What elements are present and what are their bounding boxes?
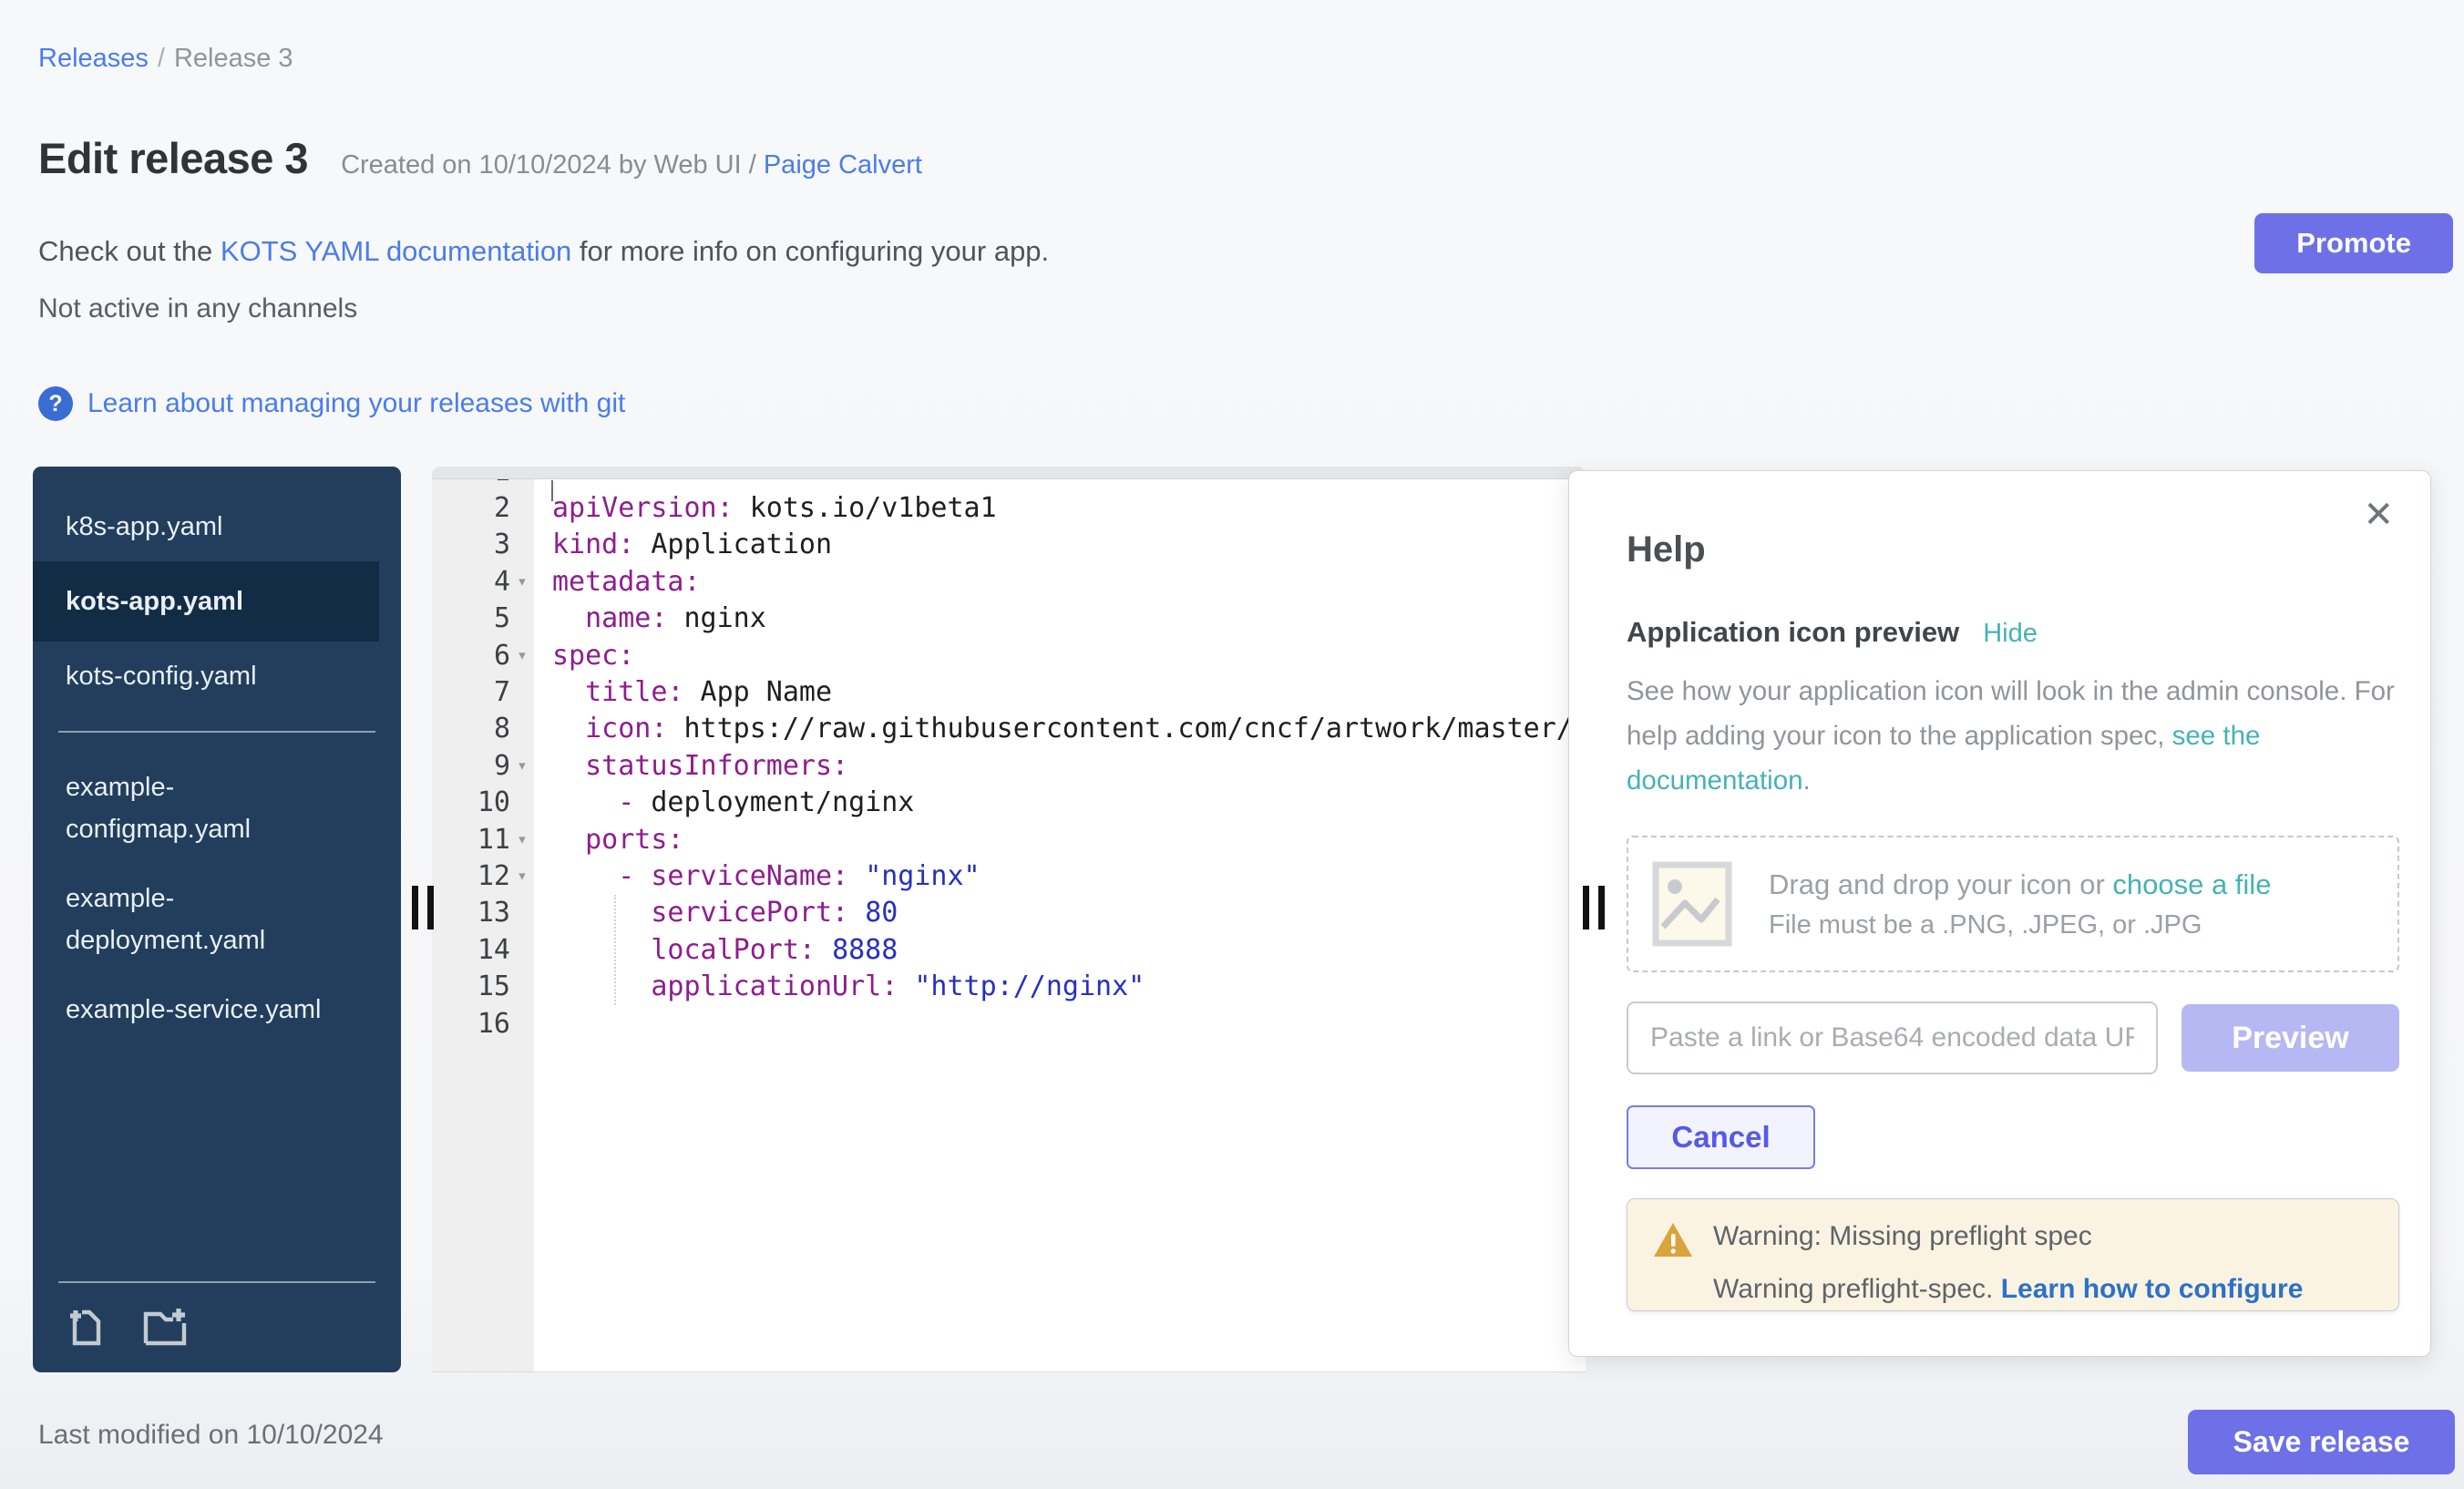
- icon-preview-title: Application icon preview: [1627, 616, 1959, 649]
- code-line-7[interactable]: 7 title: App Name: [432, 673, 1586, 710]
- line-number: 3: [494, 529, 510, 560]
- hide-link[interactable]: Hide: [1983, 619, 2038, 649]
- sidebar-item-example-configmap[interactable]: example-configmap.yaml: [33, 753, 361, 864]
- editor-lines: 1--- 2apiVersion: kots.io/v1beta1 3kind:…: [432, 467, 1586, 1042]
- sidebar-item-k8s-app[interactable]: k8s-app.yaml: [33, 492, 361, 561]
- line-number: 13: [477, 897, 510, 929]
- code-line-3[interactable]: 3kind: Application: [432, 527, 1586, 563]
- line-number: 12: [477, 860, 510, 892]
- fold-icon[interactable]: ▾: [510, 571, 534, 591]
- icon-preview-description: See how your application icon will look …: [1627, 669, 2399, 803]
- editor-top-scrollbar[interactable]: [432, 467, 1586, 479]
- git-help-row[interactable]: ? Learn about managing your releases wit…: [38, 386, 625, 421]
- question-icon: ?: [38, 386, 73, 421]
- line-number: 4: [494, 566, 510, 598]
- line-number: 14: [477, 934, 510, 966]
- warning-icon: [1653, 1221, 1693, 1259]
- add-file-button[interactable]: [66, 1301, 109, 1349]
- fold-icon[interactable]: ▾: [510, 866, 534, 886]
- code-line-8[interactable]: 8 icon: https://raw.githubusercontent.co…: [432, 711, 1586, 747]
- docs-post: for more info on configuring your app.: [571, 235, 1049, 267]
- save-release-button[interactable]: Save release: [2188, 1410, 2455, 1474]
- code-line-14[interactable]: 14 localPort: 8888: [432, 931, 1586, 968]
- created-info: Created on 10/10/2024 by Web UI / Paige …: [341, 150, 922, 180]
- fold-icon[interactable]: ▾: [510, 755, 534, 775]
- last-modified-text: Last modified on 10/10/2024: [38, 1420, 384, 1451]
- breadcrumb: Releases / Release 3: [38, 44, 293, 74]
- kots-yaml-docs-link[interactable]: KOTS YAML documentation: [221, 235, 571, 267]
- code-line-10[interactable]: 10 - deployment/nginx: [432, 785, 1586, 821]
- breadcrumb-current: Release 3: [174, 44, 293, 73]
- fold-icon[interactable]: ▾: [510, 645, 534, 665]
- code-line-16[interactable]: 16: [432, 1005, 1586, 1042]
- icon-dropzone[interactable]: Drag and drop your icon or choose a file…: [1627, 836, 2399, 972]
- sidebar-item-kots-config[interactable]: kots-config.yaml: [33, 642, 361, 711]
- add-file-icon: [66, 1301, 109, 1349]
- code-line-6[interactable]: 6▾spec:: [432, 637, 1586, 673]
- sidebar-item-example-service[interactable]: example-service.yaml: [33, 975, 361, 1044]
- code-line-9[interactable]: 9▾ statusInformers:: [432, 747, 1586, 784]
- code-line-12[interactable]: 12▾ - serviceName: "nginx": [432, 857, 1586, 894]
- code-line-13[interactable]: 13 servicePort: 80: [432, 895, 1586, 931]
- dropzone-pre: Drag and drop your icon or: [1769, 868, 2112, 900]
- sidebar-divider: [58, 731, 375, 733]
- code-line-11[interactable]: 11▾ ports:: [432, 821, 1586, 857]
- docs-pre: Check out the: [38, 235, 221, 267]
- help-panel-resize-handle[interactable]: [1583, 886, 1606, 929]
- breadcrumb-separator: /: [158, 44, 165, 73]
- file-sidebar: k8s-app.yaml kots-app.yaml kots-config.y…: [33, 467, 401, 1372]
- desc-pre: See how your application icon will look …: [1627, 676, 2395, 751]
- warning-detail-text: Warning preflight-spec.: [1713, 1274, 2001, 1304]
- choose-file-link[interactable]: choose a file: [2112, 868, 2271, 900]
- warning-title: Warning: Missing preflight spec: [1713, 1221, 2303, 1252]
- line-number: 16: [477, 1008, 510, 1040]
- created-author-link[interactable]: Paige Calvert: [764, 150, 922, 180]
- add-folder-button[interactable]: [142, 1301, 190, 1349]
- line-number: 7: [494, 676, 510, 708]
- icon-url-input[interactable]: [1627, 1001, 2158, 1074]
- learn-configure-link[interactable]: Learn how to configure: [2001, 1274, 2304, 1304]
- line-number: 8: [494, 713, 510, 744]
- title-row: Edit release 3 Created on 10/10/2024 by …: [38, 133, 922, 183]
- sidebar-resize-handle[interactable]: [412, 886, 435, 929]
- warning-detail: Warning preflight-spec. Learn how to con…: [1713, 1274, 2303, 1305]
- preflight-warning: Warning: Missing preflight spec Warning …: [1627, 1198, 2399, 1311]
- image-placeholder-icon: [1652, 861, 1732, 947]
- created-prefix: Created on 10/10/2024 by Web UI /: [341, 150, 764, 180]
- sidebar-item-kots-app[interactable]: kots-app.yaml: [33, 561, 379, 642]
- sidebar-footer: [58, 1281, 375, 1354]
- help-panel-title: Help: [1627, 529, 2399, 570]
- cancel-button[interactable]: Cancel: [1627, 1105, 1815, 1169]
- channel-status: Not active in any channels: [38, 293, 357, 324]
- line-number: 2: [494, 492, 510, 524]
- dropzone-main-text: Drag and drop your icon or choose a file: [1769, 868, 2271, 901]
- close-icon[interactable]: ✕: [2363, 497, 2394, 533]
- desc-post: .: [1803, 765, 1811, 796]
- code-line-15[interactable]: 15 applicationUrl: "http://nginx": [432, 968, 1586, 1004]
- docs-line: Check out the KOTS YAML documentation fo…: [38, 235, 1049, 268]
- dropzone-sub-text: File must be a .PNG, .JPEG, or .JPG: [1769, 910, 2271, 940]
- add-folder-icon: [142, 1301, 190, 1349]
- code-line-4[interactable]: 4▾metadata:: [432, 563, 1586, 600]
- line-number: 15: [477, 970, 510, 1002]
- line-number: 10: [477, 786, 510, 818]
- code-line-2[interactable]: 2apiVersion: kots.io/v1beta1: [432, 489, 1586, 526]
- line-number: 9: [494, 750, 510, 782]
- yaml-editor[interactable]: 1--- 2apiVersion: kots.io/v1beta1 3kind:…: [432, 467, 1586, 1372]
- line-number: 11: [477, 824, 510, 856]
- help-panel: ✕ Help Application icon preview Hide See…: [1568, 470, 2431, 1357]
- promote-button[interactable]: Promote: [2254, 213, 2453, 273]
- page-title: Edit release 3: [38, 133, 308, 183]
- code-line-5[interactable]: 5 name: nginx: [432, 601, 1586, 637]
- fold-icon[interactable]: ▾: [510, 829, 534, 849]
- sidebar-item-example-deployment[interactable]: example-deployment.yaml: [33, 864, 361, 975]
- line-number: 5: [494, 602, 510, 634]
- preview-button[interactable]: Preview: [2182, 1004, 2399, 1072]
- line-number: 6: [494, 640, 510, 672]
- breadcrumb-releases-link[interactable]: Releases: [38, 44, 149, 73]
- git-releases-link[interactable]: Learn about managing your releases with …: [87, 388, 625, 419]
